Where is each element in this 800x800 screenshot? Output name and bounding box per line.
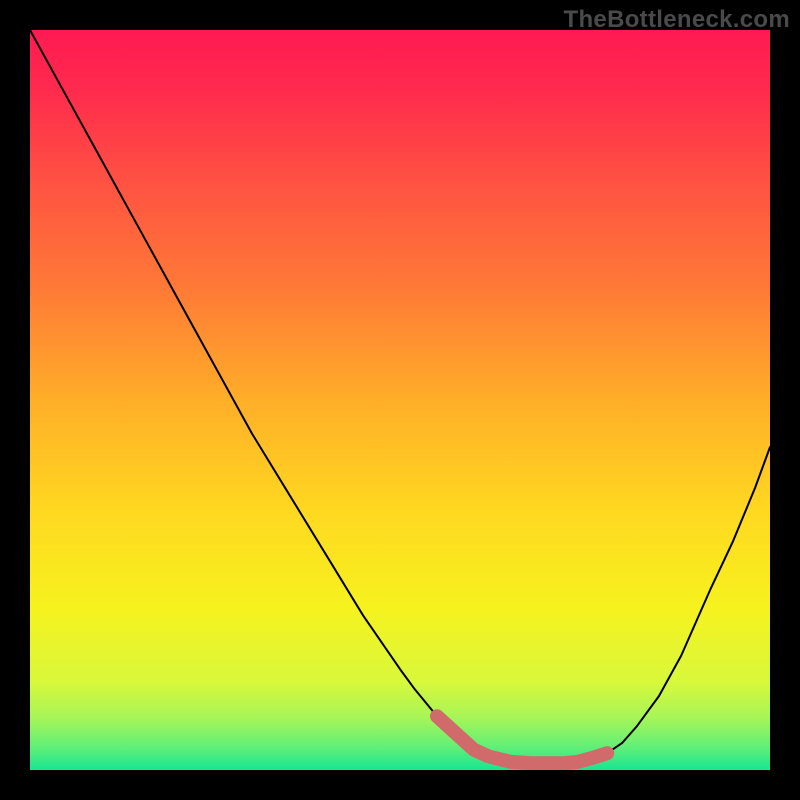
plot-area: [30, 30, 770, 770]
gradient-background: [30, 30, 770, 770]
watermark-text: TheBottleneck.com: [564, 6, 790, 34]
bottleneck-chart-svg: [30, 30, 770, 770]
chart-container: TheBottleneck.com: [0, 0, 800, 800]
